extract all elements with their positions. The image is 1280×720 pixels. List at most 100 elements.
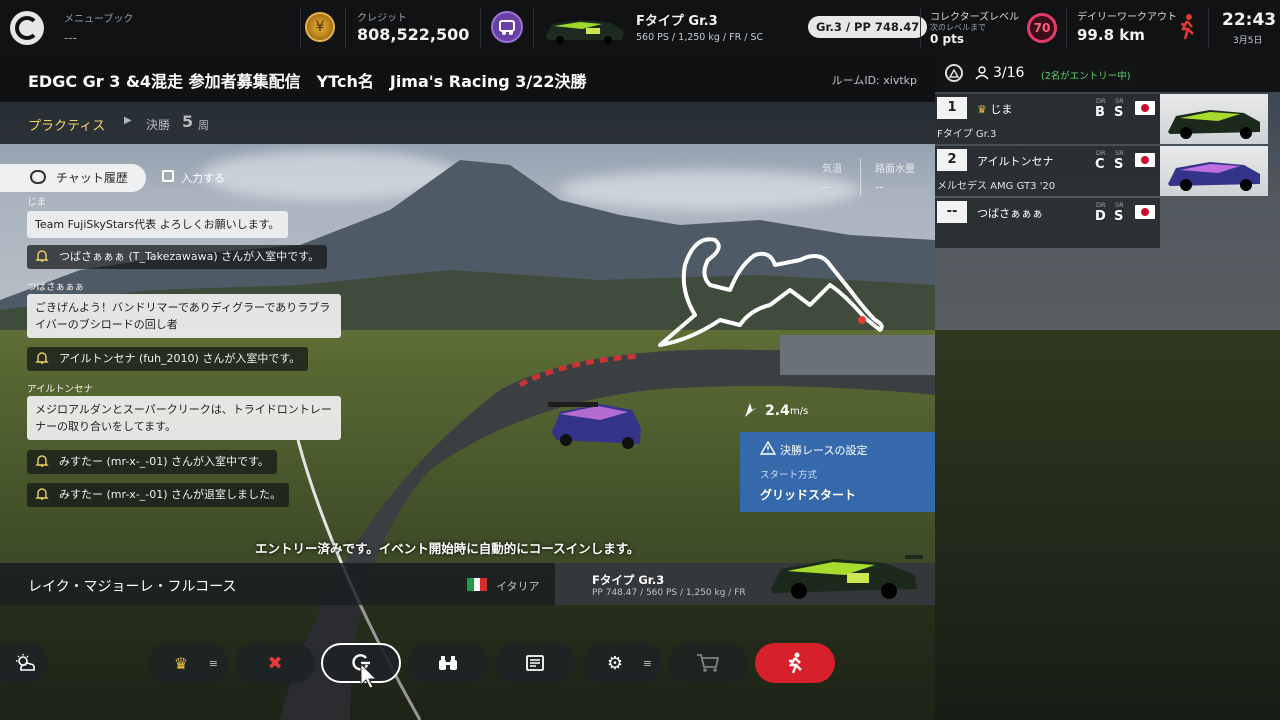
- italy-flag-icon: [467, 578, 488, 591]
- square-button-icon: [162, 170, 174, 182]
- player-car: Fタイプ Gr.3: [937, 129, 997, 140]
- chevron-right-icon: ▶: [124, 115, 132, 126]
- wind-speed-unit: m/s: [790, 406, 809, 417]
- weather-sun-cloud-icon: [16, 654, 35, 671]
- final-laps-unit: 周: [198, 119, 209, 132]
- bell-icon: [35, 352, 49, 364]
- current-car-thumbnail-icon[interactable]: [542, 14, 628, 44]
- session-final: 決勝: [146, 118, 171, 132]
- shop-button[interactable]: [668, 643, 748, 683]
- country-name: イタリア: [496, 580, 540, 593]
- chat-history-button[interactable]: チャット履歴: [0, 164, 146, 192]
- menu-icon: ≡: [208, 657, 218, 670]
- regulations-button[interactable]: [495, 643, 575, 683]
- chat-system-text: みすたー (mr-x-_-01) さんが入室中です。: [59, 455, 269, 468]
- start-method-label: スタート方式: [760, 470, 818, 481]
- garage-icon[interactable]: [491, 11, 523, 43]
- player-car: メルセデス AMG GT3 '20: [937, 181, 1056, 192]
- divider: [1208, 8, 1209, 48]
- chat-system-text: アイルトンセナ (fuh_2010) さんが入室中です。: [59, 352, 301, 365]
- gear-icon: ⚙: [606, 652, 624, 674]
- weather-button[interactable]: [0, 643, 48, 683]
- chat-history-label: チャット履歴: [56, 171, 128, 185]
- chat-sender: アイルトンセナ: [27, 384, 94, 395]
- collector-level-label: コレクターズレベル: [930, 12, 1020, 23]
- japan-flag-icon: [1135, 153, 1155, 167]
- current-car-name: Fタイプ Gr.3: [636, 14, 718, 29]
- chat-system-message: みすたー (mr-x-_-01) さんが入室中です。: [27, 450, 277, 474]
- exit-lobby-button[interactable]: [755, 643, 835, 683]
- running-exit-icon: [788, 652, 802, 674]
- room-title: EDGC Gr 3 &4混走 参加者募集配信 YTch名 Jima's Raci…: [28, 72, 587, 91]
- menu-icon: ≡: [642, 657, 652, 670]
- credits-value: 808,522,500: [357, 25, 470, 44]
- entries-note: (2名がエントリー中): [1041, 71, 1131, 82]
- track-map-icon: [658, 237, 884, 347]
- selected-car-specs: PP 748.47 / 560 PS / 1,250 kg / FR: [592, 588, 746, 598]
- chat-message-line: ごきげんよう！バンドリマーでありディグラーでありラブラ: [35, 301, 331, 314]
- temperature-label: 気温: [822, 164, 842, 175]
- runner-icon: [1178, 14, 1196, 45]
- dr-label: DR: [1096, 149, 1106, 157]
- driver-rating: C: [1095, 157, 1105, 172]
- player-number: 1: [937, 97, 967, 119]
- room-id: ルームID: xivtkp: [831, 74, 917, 87]
- selected-car-name: Fタイプ Gr.3: [592, 573, 665, 587]
- triangle-button-icon[interactable]: [945, 64, 963, 82]
- player-car-thumbnail: [1160, 94, 1268, 144]
- player-row[interactable]: -- つばさぁぁぁ DR SR D S: [935, 198, 1160, 248]
- final-laps: 5: [182, 112, 194, 131]
- host-settings-button[interactable]: ♛ ≡: [148, 643, 228, 683]
- pp-badge: Gr.3 / PP 748.47: [808, 16, 928, 38]
- driver-rating: D: [1095, 209, 1106, 224]
- water-label: 路面水量: [875, 164, 915, 175]
- settings-button[interactable]: ⚙ ≡: [582, 643, 662, 683]
- chat-sender: つばさぁぁぁ: [27, 282, 85, 293]
- dr-label: DR: [1096, 97, 1106, 105]
- player-name: つばさぁぁぁ: [977, 207, 1043, 220]
- wind-speed-value: 2.4: [765, 403, 790, 419]
- bell-icon: [35, 455, 49, 467]
- room-title-bar: EDGC Gr 3 &4混走 参加者募集配信 YTch名 Jima's Raci…: [0, 56, 935, 102]
- chat-input-button[interactable]: 入力する: [181, 170, 225, 186]
- credits-coin-icon: ¥: [305, 12, 335, 42]
- player-row[interactable]: 2 アイルトンセナ DR SR C S メルセデス AMG GT3 '20: [935, 146, 1160, 196]
- selected-car-image: [771, 555, 923, 599]
- binoculars-icon: [439, 656, 457, 670]
- final-race-settings-panel[interactable]: 決勝レースの設定 スタート方式 グリッドスタート: [740, 432, 935, 512]
- water-value: --: [875, 180, 884, 194]
- wind-icon: [742, 401, 760, 423]
- collector-level-badge: 70: [1027, 13, 1057, 43]
- sr-label: SR: [1115, 201, 1124, 209]
- divider: [860, 158, 861, 196]
- selected-car-panel[interactable]: Fタイプ Gr.3 PP 748.47 / 560 PS / 1,250 kg …: [555, 555, 935, 605]
- close-room-button[interactable]: ✖: [235, 643, 315, 683]
- collector-pts: 0 pts: [930, 32, 964, 46]
- final-settings-title: 決勝レースの設定: [780, 444, 868, 457]
- divider: [1066, 8, 1067, 48]
- credits-label: クレジット: [357, 13, 407, 24]
- close-icon: ✖: [267, 652, 283, 674]
- workout-value: 99.8 km: [1077, 26, 1145, 44]
- player-number: 2: [937, 149, 967, 171]
- spectate-button[interactable]: [408, 643, 488, 683]
- player-row[interactable]: 1 ♛ じま DR SR B S Fタイプ Gr.3: [935, 94, 1160, 144]
- player-name-text: じま: [990, 103, 1013, 116]
- player-name: アイルトンセナ: [977, 155, 1054, 168]
- gt-logo-icon[interactable]: [10, 11, 44, 45]
- chat-system-text: つばさぁぁぁ (T_Takezawawa) さんが入室中です。: [59, 250, 320, 263]
- clock-time: 22:43: [1222, 10, 1277, 30]
- workout-label: デイリーワークアウト: [1077, 12, 1177, 23]
- player-count: 3/16: [993, 65, 1025, 81]
- chat-message-line: ナーの取り合いをしてます。: [35, 420, 177, 433]
- player-name: ♛ じま: [977, 101, 1012, 117]
- divider: [300, 8, 301, 48]
- chat-system-message: アイルトンセナ (fuh_2010) さんが入室中です。: [27, 347, 309, 371]
- chat-message: Team FujiSkyStars代表 よろしくお願いします。: [27, 211, 288, 238]
- host-crown-icon: ♛: [977, 103, 987, 116]
- driver-rating: B: [1095, 105, 1105, 120]
- chat-system-message: みすたー (mr-x-_-01) さんが退室しました。: [27, 483, 290, 507]
- divider: [345, 8, 346, 48]
- bell-icon: [35, 250, 49, 262]
- lobby-header: 3/16 (2名がエントリー中): [935, 56, 1280, 92]
